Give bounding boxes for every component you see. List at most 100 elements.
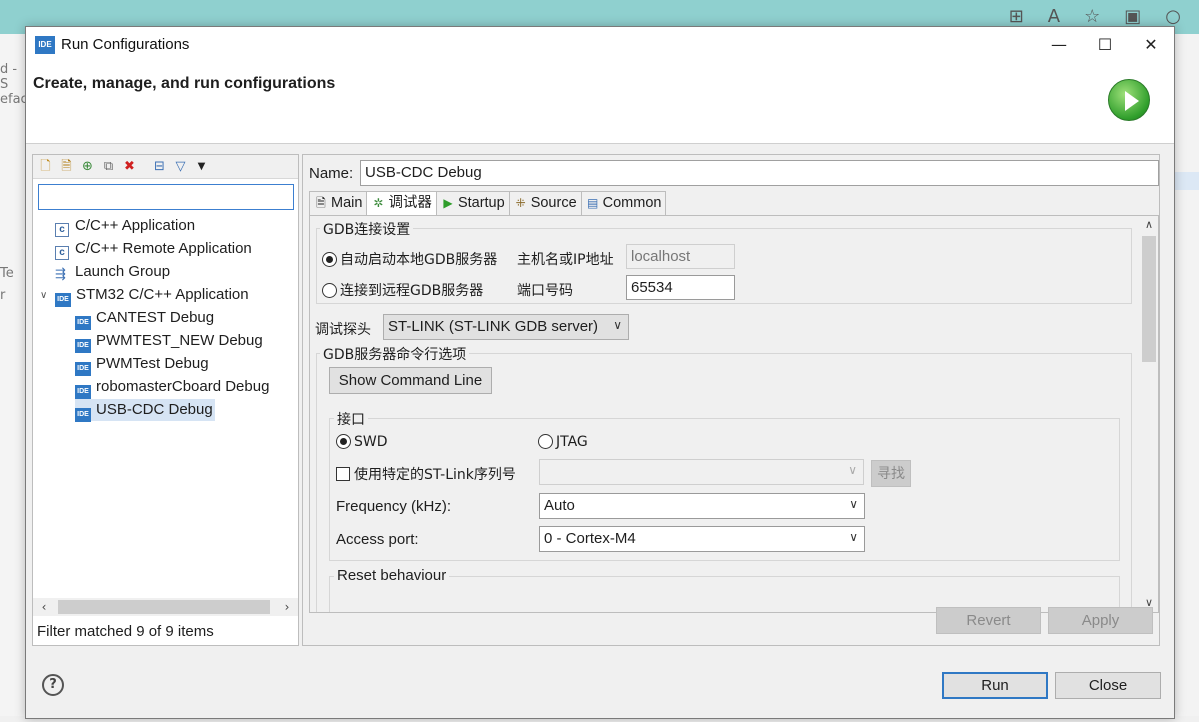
radio-label: 自动启动本地GDB服务器 [340,252,498,268]
jtag-radio[interactable]: JTAG [538,434,588,450]
export-configuration-icon[interactable]: ⊕ [79,158,96,175]
scroll-up-icon[interactable]: ∧ [1140,216,1158,234]
tree-item-cpp-remote-application[interactable]: c C/C++ Remote Application [55,238,252,260]
filter-icon[interactable]: ▽ [172,158,189,175]
header-title: Create, manage, and run configurations [33,75,336,92]
vertical-scrollbar[interactable]: ∧ ∨ [1140,216,1158,612]
tree-item-pwmtest-new-debug[interactable]: IDE PWMTEST_NEW Debug [75,330,263,353]
tree-item-label: Launch Group [75,263,171,280]
scroll-left-icon[interactable]: ‹ [35,598,53,616]
local-gdb-radio[interactable]: 自动启动本地GDB服务器 [322,249,497,269]
ide-app-icon: IDE [35,36,55,54]
new-prototype-icon[interactable]: 🗎 [58,158,75,175]
common-icon: ▤ [586,196,599,210]
tab-label: Startup [457,195,505,211]
chevron-down-icon: ∨ [849,497,858,511]
launch-group-icon: ⇶ [55,266,66,281]
scroll-right-icon[interactable]: › [278,598,296,616]
configuration-name-input[interactable]: USB-CDC Debug [360,160,1159,186]
ide-icon: IDE [75,339,91,353]
remote-gdb-radio[interactable]: 连接到远程GDB服务器 [322,280,483,300]
favorite-star-icon[interactable]: ☆ [1084,6,1100,27]
collapse-all-icon[interactable]: ⊟ [151,158,168,175]
radio-selected [322,252,337,267]
tree-item-cpp-application[interactable]: c C/C++ Application [55,215,195,237]
chevron-down-icon: ∨ [848,463,857,477]
radio-unselected [322,283,337,298]
scrollbar-thumb[interactable] [1142,236,1156,362]
browser-toolbar-icons: ⊞ A ☆ ▣ ○ [1009,6,1181,27]
horizontal-scrollbar[interactable]: ‹ › [33,598,298,616]
search-icon[interactable]: ○ [1165,6,1181,27]
close-window-button[interactable]: ✕ [1128,27,1174,63]
read-aloud-icon[interactable]: A [1048,6,1060,27]
reader-mode-icon[interactable]: ⊞ [1009,6,1024,27]
name-label: Name: [309,165,354,182]
apply-button[interactable]: Apply [1048,607,1153,634]
delete-configuration-icon[interactable]: ✖ [121,158,138,175]
expand-chevron-down-icon[interactable]: ∨ [40,290,47,301]
run-banner-icon [1108,79,1150,121]
tab-main[interactable]: 🗎 Main [309,191,368,215]
maximize-button[interactable]: ☐ [1082,27,1128,63]
configuration-editor-panel: Name: USB-CDC Debug 🗎 Main ✲ 调试器 ▶ Startup … [302,154,1160,646]
new-configuration-icon[interactable]: 🗋 [37,158,54,175]
c-app-icon: c [55,223,69,237]
window-title: Run Configurations [61,36,190,53]
tree-item-launch-group[interactable]: ⇶ Launch Group [55,261,170,283]
checkbox-label: 使用特定的ST-Link序列号 [354,467,516,483]
minimize-button[interactable]: — [1036,27,1082,63]
chevron-down-icon: ∨ [613,318,622,332]
duplicate-configuration-icon[interactable]: ⧉ [100,158,117,175]
tree-item-label: STM32 C/C++ Application [76,286,249,303]
tab-common[interactable]: ▤ Common [580,191,667,215]
find-button[interactable]: 寻找 [871,460,911,487]
show-command-line-button[interactable]: Show Command Line [329,367,492,394]
serial-number-checkbox[interactable]: 使用特定的ST-Link序列号 [336,464,516,484]
radio-label: 连接到远程GDB服务器 [340,283,484,299]
debugger-tab-content: GDB连接设置 自动启动本地GDB服务器 主机名或IP地址 localhost … [309,215,1159,613]
port-field[interactable]: 65534 [626,275,735,300]
help-icon[interactable]: ? [42,674,64,696]
revert-button[interactable]: Revert [936,607,1041,634]
run-button[interactable]: Run [942,672,1048,699]
tree-item-cantest-debug[interactable]: IDE CANTEST Debug [75,307,215,330]
c-app-icon: c [55,246,69,260]
chevron-down-icon: ∨ [849,530,858,544]
tab-startup[interactable]: ▶ Startup [435,191,510,215]
frequency-label: Frequency (kHz): [336,498,452,515]
tree-item-stm32-application[interactable]: IDE STM32 C/C++ Application [55,284,249,307]
filter-input[interactable] [38,184,294,210]
checkbox-unchecked [336,467,350,481]
collections-icon[interactable]: ▣ [1124,6,1141,27]
probe-select[interactable]: ST-LINK (ST-LINK GDB server) ∨ [383,314,629,340]
close-button[interactable]: Close [1055,672,1161,699]
source-icon: ⁜ [515,196,526,210]
radio-label: JTAG [556,434,588,450]
tab-source[interactable]: ⁜ Source [508,191,582,215]
tree-item-robomastercboard-debug[interactable]: IDE robomasterCboard Debug [75,376,269,399]
view-menu-chevron-down-icon[interactable]: ▼ [193,158,210,175]
access-port-value: 0 - Cortex-M4 [544,530,636,547]
tree-item-label: USB-CDC Debug [96,401,213,418]
play-icon: ▶ [443,196,453,210]
background-ide-right-edge [1174,34,1199,722]
background-selection-strip [1174,172,1199,190]
scrollbar-thumb[interactable] [58,600,270,614]
swd-radio[interactable]: SWD [336,434,388,450]
tree-item-label: CANTEST Debug [96,309,215,326]
radio-selected [336,434,351,449]
tab-label: 调试器 [388,195,432,211]
frequency-select[interactable]: Auto ∨ [539,493,865,519]
tree-item-usb-cdc-debug[interactable]: IDE USB-CDC Debug [75,399,215,422]
ide-icon: IDE [75,385,91,399]
background-text-fragment: d - S [0,62,18,92]
access-port-select[interactable]: 0 - Cortex-M4 ∨ [539,526,865,552]
run-configurations-dialog: IDE Run Configurations — ☐ ✕ Create, man… [25,26,1175,719]
tab-label: Source [530,195,577,211]
tree-item-pwmtest-debug[interactable]: IDE PWMTest Debug [75,353,209,376]
tree-item-label: PWMTEST_NEW Debug [96,332,263,349]
serial-number-select[interactable]: ∨ [539,459,864,485]
tab-debugger[interactable]: ✲ 调试器 [366,191,437,216]
host-field[interactable]: localhost [626,244,735,269]
